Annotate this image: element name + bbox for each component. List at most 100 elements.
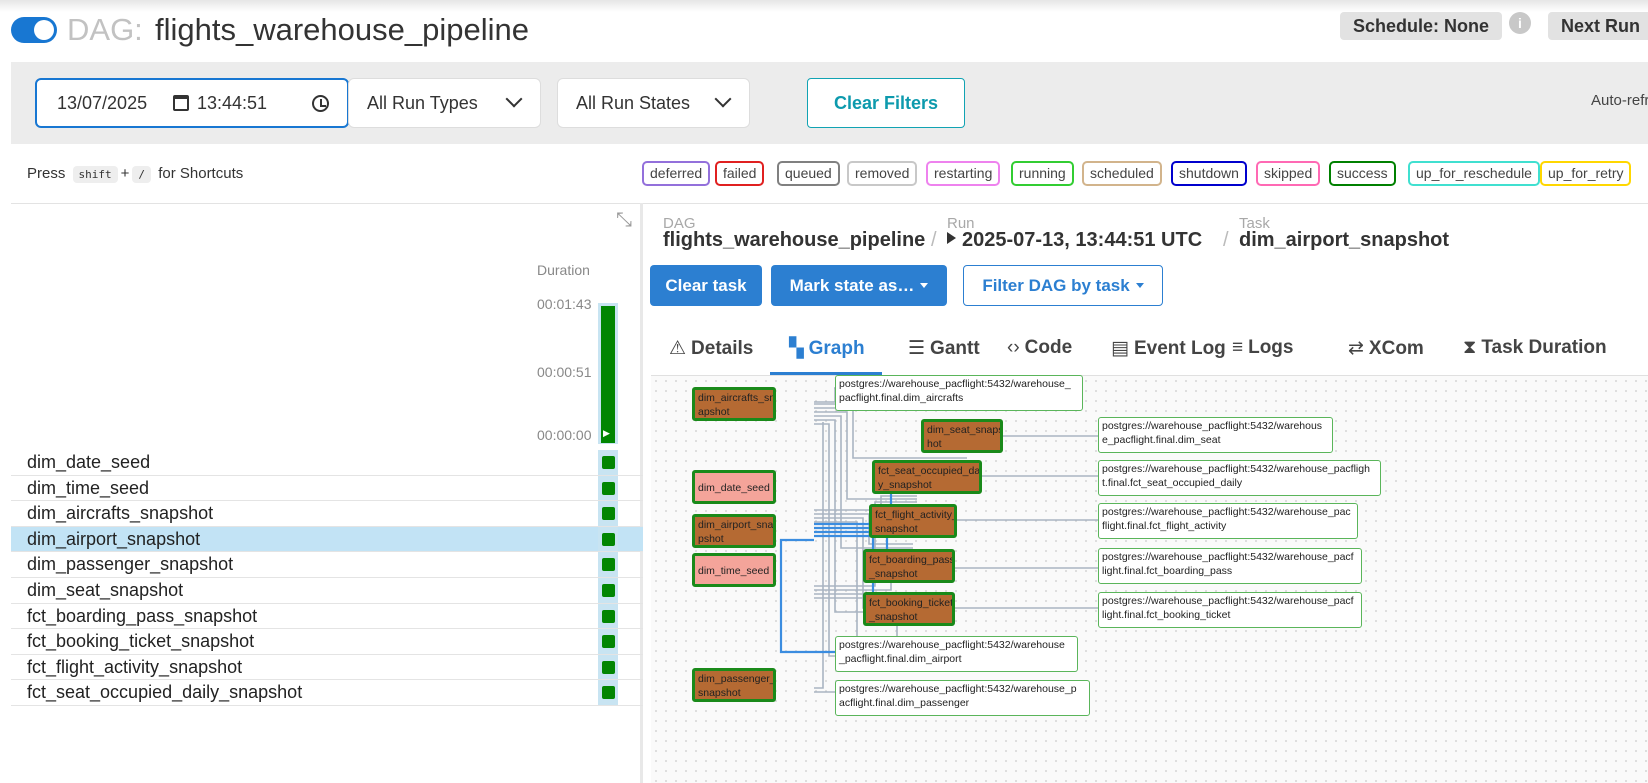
tab-logs[interactable]: ≡ Logs — [1232, 337, 1293, 359]
datetime-input[interactable]: 13/07/2025 13:44:51 — [35, 78, 349, 128]
task-instance-status[interactable] — [602, 686, 615, 700]
task-instance-status[interactable] — [602, 635, 615, 649]
task-row[interactable]: dim_date_seed — [11, 450, 643, 476]
legend-badge-deferred[interactable]: deferred — [642, 161, 711, 186]
task-instance-status[interactable] — [602, 456, 615, 469]
legend-badge-skipped[interactable]: skipped — [1256, 161, 1321, 186]
legend-badge-restarting[interactable]: restarting — [926, 161, 1001, 186]
run-states-select[interactable]: All Run States — [557, 78, 750, 128]
breadcrumb-dag[interactable]: DAG flights_warehouse_pipeline — [663, 215, 925, 251]
graph-task-fct-flight-activity[interactable]: fct_flight_activity_ snapshot — [869, 504, 957, 538]
graph-dataset-fct-seat-occupied[interactable]: postgres://warehouse_pacflight:5432/ware… — [1098, 460, 1381, 496]
legend-badge-running[interactable]: running — [1011, 161, 1074, 186]
graph-dataset-dim-passenger[interactable]: postgres://warehouse_pacflight:5432/ware… — [835, 680, 1090, 716]
shortcuts-press: Press — [27, 165, 66, 182]
task-name[interactable]: dim_seat_snapshot — [27, 580, 183, 601]
clear-task-button[interactable]: Clear task — [650, 265, 762, 306]
collapse-icon[interactable]: ⤡ — [614, 210, 634, 230]
task-name[interactable]: dim_aircrafts_snapshot — [27, 503, 213, 524]
mark-state-button[interactable]: Mark state as… — [771, 265, 947, 306]
task-row[interactable]: dim_time_seed — [11, 475, 643, 502]
legend-badge-failed[interactable]: failed — [715, 161, 765, 186]
task-instance-status[interactable] — [602, 532, 615, 546]
run-types-select[interactable]: All Run Types — [348, 78, 541, 128]
tab-label: Graph — [808, 338, 865, 359]
calendar-icon[interactable] — [173, 95, 189, 111]
tab-graph[interactable]: ▚ Graph — [789, 337, 865, 360]
legend-badge-up-for-reschedule[interactable]: up_for_reschedule — [1408, 161, 1540, 186]
legend-badge-success[interactable]: success — [1329, 161, 1396, 186]
date-value[interactable]: 13/07/2025 — [57, 93, 147, 114]
tab-details[interactable]: ⚠ Details — [669, 337, 753, 360]
task-name[interactable]: dim_date_seed — [27, 452, 150, 473]
time-value[interactable]: 13:44:51 — [197, 93, 267, 114]
graph-task-dim-time[interactable]: dim_time_seed — [692, 553, 776, 587]
task-instance-status[interactable] — [602, 481, 615, 495]
legend-badge-up-for-retry[interactable]: up_for_retry — [1540, 161, 1632, 186]
task-instance-status[interactable] — [602, 660, 615, 674]
shortcuts-suffix: for Shortcuts — [158, 165, 244, 182]
graph-dataset-dim-airport[interactable]: postgres://warehouse_pacflight:5432/ware… — [835, 636, 1078, 672]
graph-task-dim-date[interactable]: dim_date_seed — [692, 470, 776, 504]
tab-event-log[interactable]: ▤ Event Log — [1111, 337, 1226, 360]
task-duration-icon: ⧗ — [1463, 337, 1477, 358]
task-instance-status[interactable] — [602, 507, 615, 521]
graph-dataset-fct-flight-activity[interactable]: postgres://warehouse_pacflight:5432/ware… — [1098, 503, 1358, 539]
graph-dataset-fct-boarding-pass[interactable]: postgres://warehouse_pacflight:5432/ware… — [1098, 548, 1362, 584]
task-row[interactable]: dim_seat_snapshot — [11, 577, 643, 604]
task-name[interactable]: dim_time_seed — [27, 478, 149, 499]
task-instance-status[interactable] — [602, 583, 615, 597]
auto-refresh-label[interactable]: Auto-refresh — [1591, 92, 1648, 109]
graph-task-dim-passenger[interactable]: dim_passenger_ snapshot — [692, 668, 776, 702]
task-name[interactable]: fct_seat_occupied_daily_snapshot — [27, 682, 302, 703]
task-name[interactable]: dim_passenger_snapshot — [27, 554, 233, 575]
tab-xcom[interactable]: ⇄ XCom — [1348, 337, 1424, 360]
dag-pause-toggle[interactable] — [11, 17, 57, 43]
graph-dataset-fct-booking-ticket[interactable]: postgres://warehouse_pacflight:5432/ware… — [1098, 592, 1362, 628]
graph-task-dim-seat[interactable]: dim_seat_snaps hot — [921, 419, 1003, 453]
graph-dataset-dim-aircrafts[interactable]: postgres://warehouse_pacflight:5432/ware… — [835, 375, 1083, 411]
breadcrumb-run[interactable]: Run 2025-07-13, 13:44:51 UTC — [947, 215, 1202, 251]
page-header: DAG: flights_warehouse_pipeline Schedule… — [0, 12, 1648, 60]
task-row[interactable]: dim_airport_snapshot — [11, 526, 643, 553]
filter-dag-label: Filter DAG by task — [982, 276, 1130, 295]
task-name[interactable]: fct_booking_ticket_snapshot — [27, 631, 254, 652]
clock-icon[interactable] — [312, 95, 329, 112]
graph-task-dim-airport[interactable]: dim_airport_sna pshot — [692, 514, 776, 548]
graph-task-fct-seat-occupied[interactable]: fct_seat_occupied_dail y_snapshot — [872, 460, 982, 494]
breadcrumb-task-value[interactable]: dim_airport_snapshot — [1239, 229, 1449, 252]
legend-badge-shutdown[interactable]: shutdown — [1171, 161, 1247, 186]
tab-gantt[interactable]: ☰ Gantt — [908, 337, 980, 360]
legend-badge-queued[interactable]: queued — [777, 161, 840, 186]
tab-task-duration[interactable]: ⧗ Task Duration — [1463, 337, 1607, 359]
legend-badge-removed[interactable]: removed — [847, 161, 918, 186]
graph-task-fct-boarding-pass[interactable]: fct_boarding_pass _snapshot — [863, 549, 955, 583]
xcom-icon: ⇄ — [1348, 338, 1364, 359]
breadcrumb-sep: / — [1223, 229, 1229, 251]
task-row[interactable]: dim_aircrafts_snapshot — [11, 501, 643, 527]
breadcrumb-task[interactable]: Task dim_airport_snapshot — [1239, 215, 1449, 251]
task-row[interactable]: fct_boarding_pass_snapshot — [11, 603, 643, 630]
clear-filters-button[interactable]: Clear Filters — [807, 78, 965, 128]
info-icon[interactable]: i — [1509, 12, 1531, 34]
task-name[interactable]: fct_flight_activity_snapshot — [27, 657, 242, 678]
graph-dataset-dim-seat[interactable]: postgres://warehouse_pacflight:5432/ware… — [1098, 417, 1333, 453]
task-name[interactable]: dim_airport_snapshot — [27, 529, 200, 550]
graph-task-fct-booking-ticket[interactable]: fct_booking_ticket _snapshot — [863, 592, 955, 626]
breadcrumb-run-value[interactable]: 2025-07-13, 13:44:51 UTC — [947, 229, 1202, 252]
filter-dag-button[interactable]: Filter DAG by task — [963, 265, 1163, 306]
legend-badge-scheduled[interactable]: scheduled — [1082, 161, 1162, 186]
task-instance-status[interactable] — [602, 609, 615, 623]
task-instance-status[interactable] — [602, 558, 615, 572]
graph-task-dim-aircrafts[interactable]: dim_aircrafts_sn apshot — [692, 387, 776, 421]
dag-graph[interactable]: dim_aircrafts_sn apshot dim_date_seed di… — [651, 375, 1648, 783]
task-row[interactable]: fct_seat_occupied_daily_snapshot — [11, 680, 643, 706]
run-duration-bar[interactable] — [601, 306, 615, 443]
task-name[interactable]: fct_boarding_pass_snapshot — [27, 606, 257, 627]
task-row[interactable]: fct_flight_activity_snapshot — [11, 654, 643, 681]
tab-code[interactable]: ‹› Code — [1007, 337, 1072, 359]
duration-tick: 00:00:00 — [537, 427, 592, 443]
breadcrumb-dag-value[interactable]: flights_warehouse_pipeline — [663, 229, 925, 252]
task-row[interactable]: fct_booking_ticket_snapshot — [11, 629, 643, 655]
task-row[interactable]: dim_passenger_snapshot — [11, 552, 643, 578]
